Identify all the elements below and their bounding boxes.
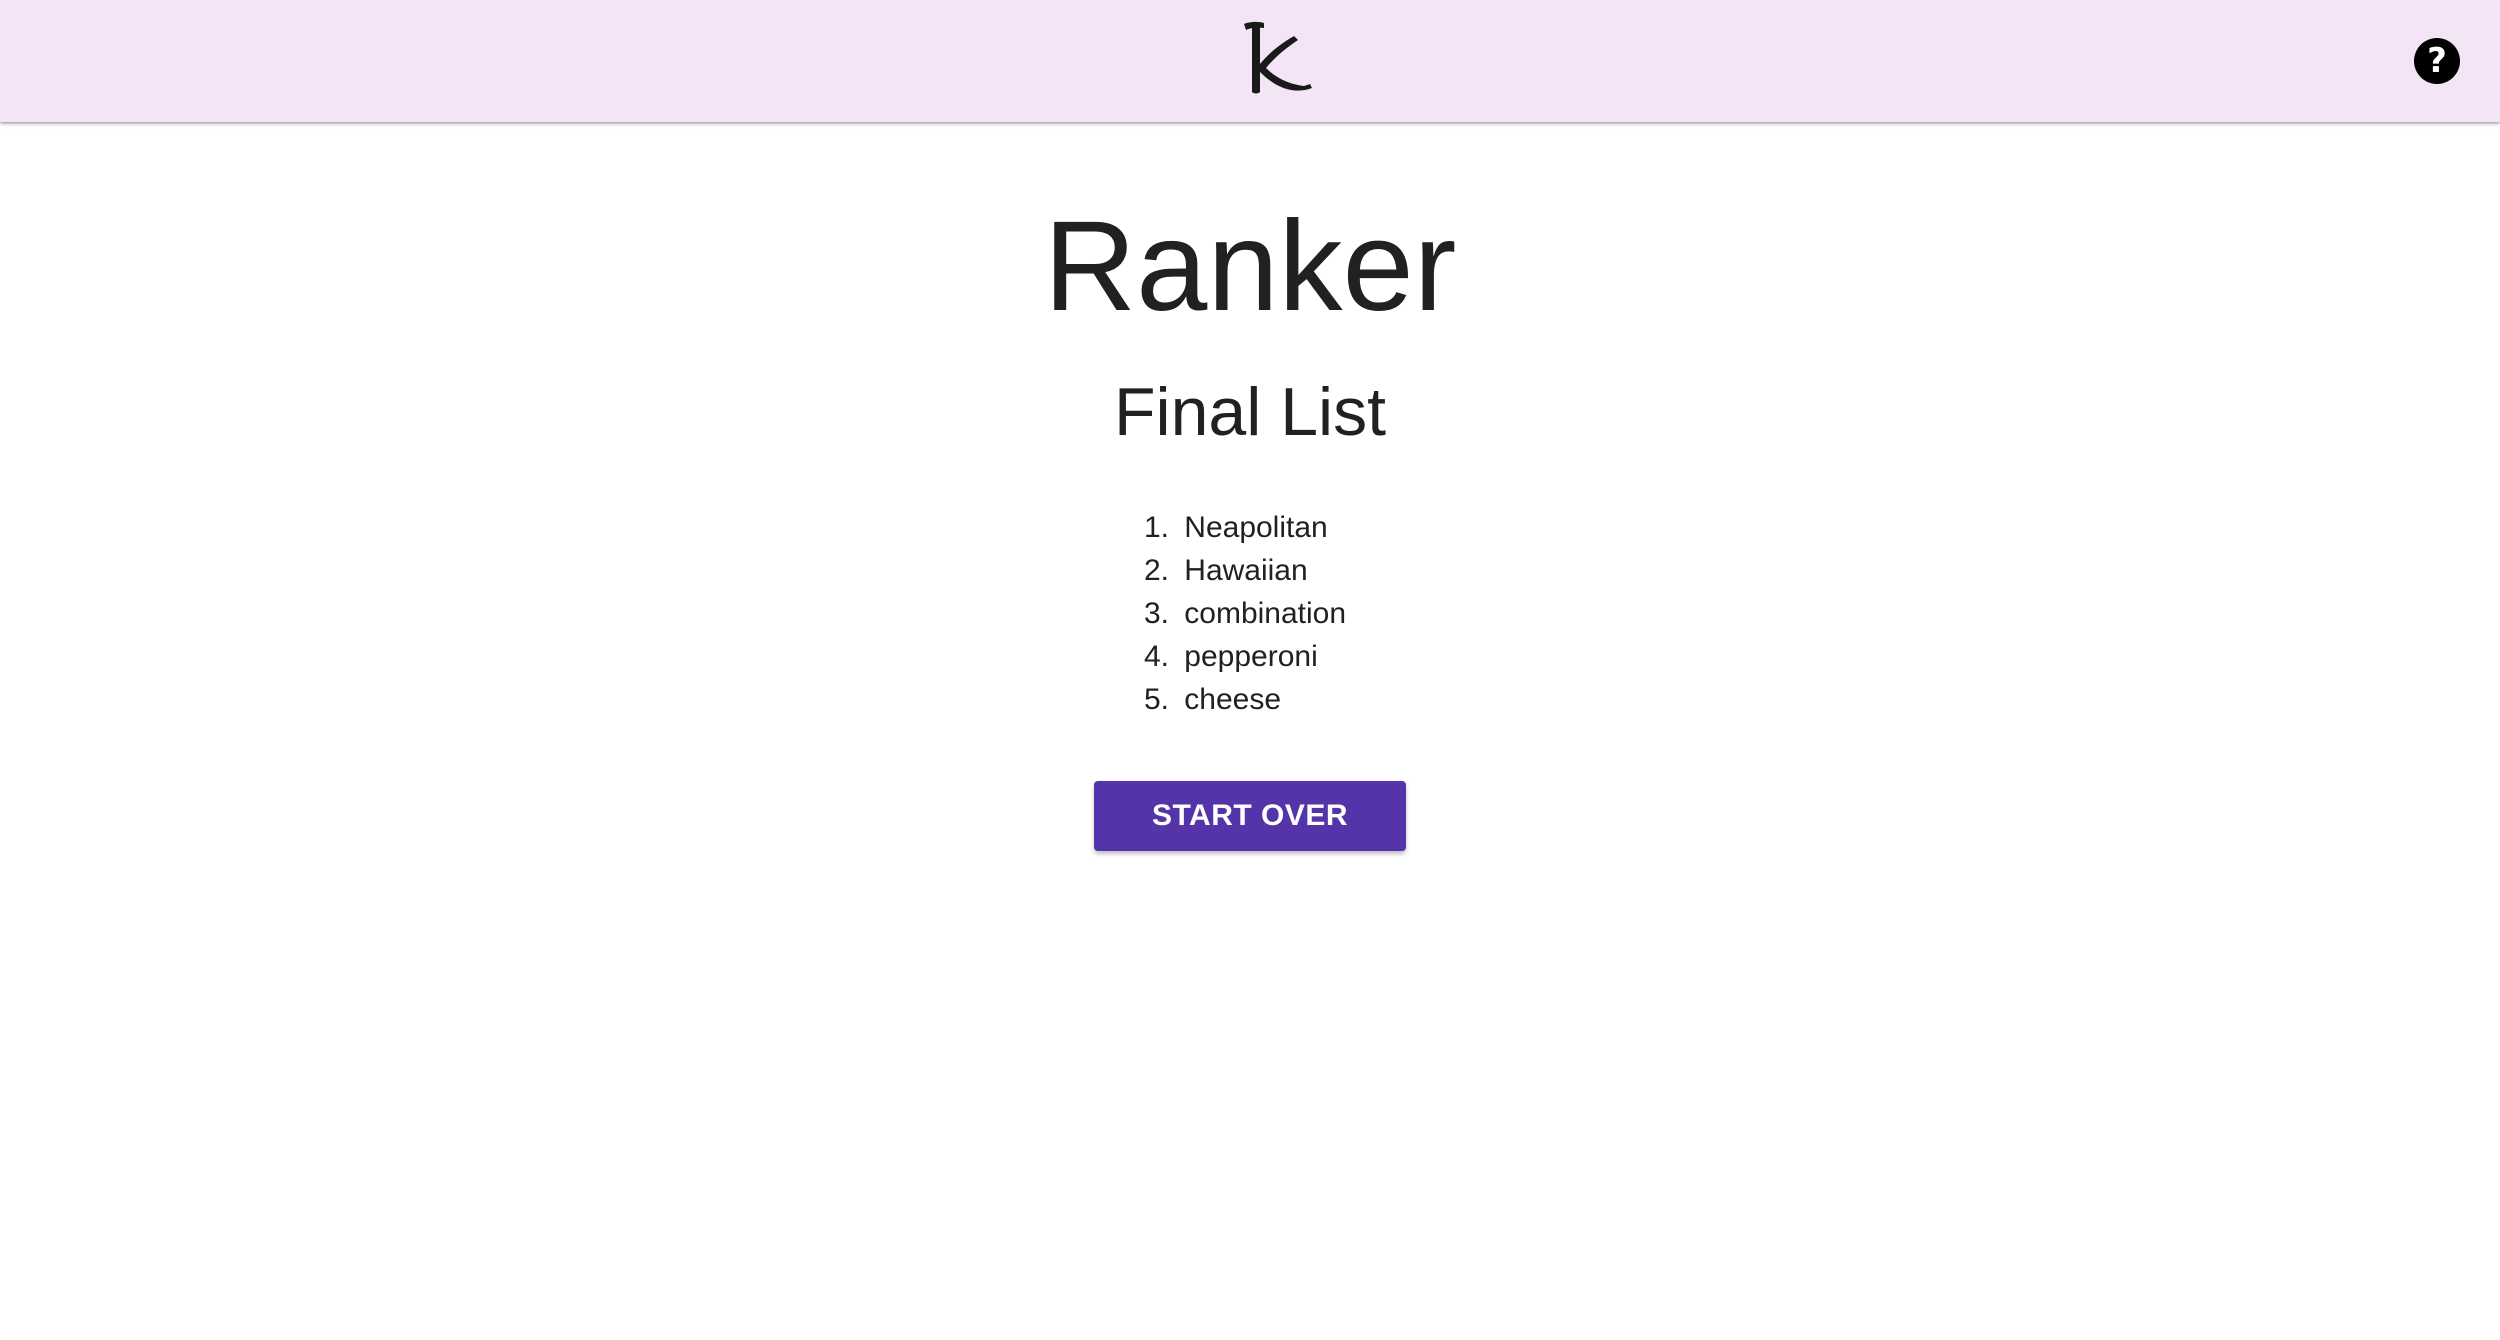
k-logo-icon[interactable] (1238, 14, 1318, 102)
list-item-label: cheese (1184, 683, 1282, 716)
list-item-number: 1. (1143, 511, 1169, 544)
list-item-label: Neapolitan (1184, 511, 1328, 544)
list-item-label: pepperoni (1184, 640, 1318, 673)
list-item-label: Hawaiian (1184, 554, 1308, 587)
start-over-button[interactable]: START OVER (1094, 781, 1406, 851)
list-item: 5. cheese (1144, 678, 1346, 721)
list-item-number: 5. (1143, 683, 1169, 716)
main-content: Ranker Final List 1. Neapolitan 2. Hawai… (0, 122, 2500, 851)
list-item: 1. Neapolitan (1144, 506, 1346, 549)
list-item: 4. pepperoni (1144, 635, 1346, 678)
final-ranked-list: 1. Neapolitan 2. Hawaiian 3. combination… (1144, 506, 1346, 721)
help-icon[interactable]: ? (2414, 38, 2460, 84)
final-list-heading: Final List (1113, 374, 1387, 450)
list-item-number: 3. (1143, 597, 1169, 630)
start-over-container: START OVER (0, 781, 2500, 851)
list-item-label: combination (1184, 597, 1347, 630)
list-item-number: 4. (1143, 640, 1169, 673)
page-title: Ranker (1043, 195, 1457, 338)
list-item-number: 2. (1143, 554, 1169, 587)
list-item: 2. Hawaiian (1144, 549, 1346, 592)
app-bar: ? (0, 0, 2500, 122)
list-item: 3. combination (1144, 592, 1346, 635)
